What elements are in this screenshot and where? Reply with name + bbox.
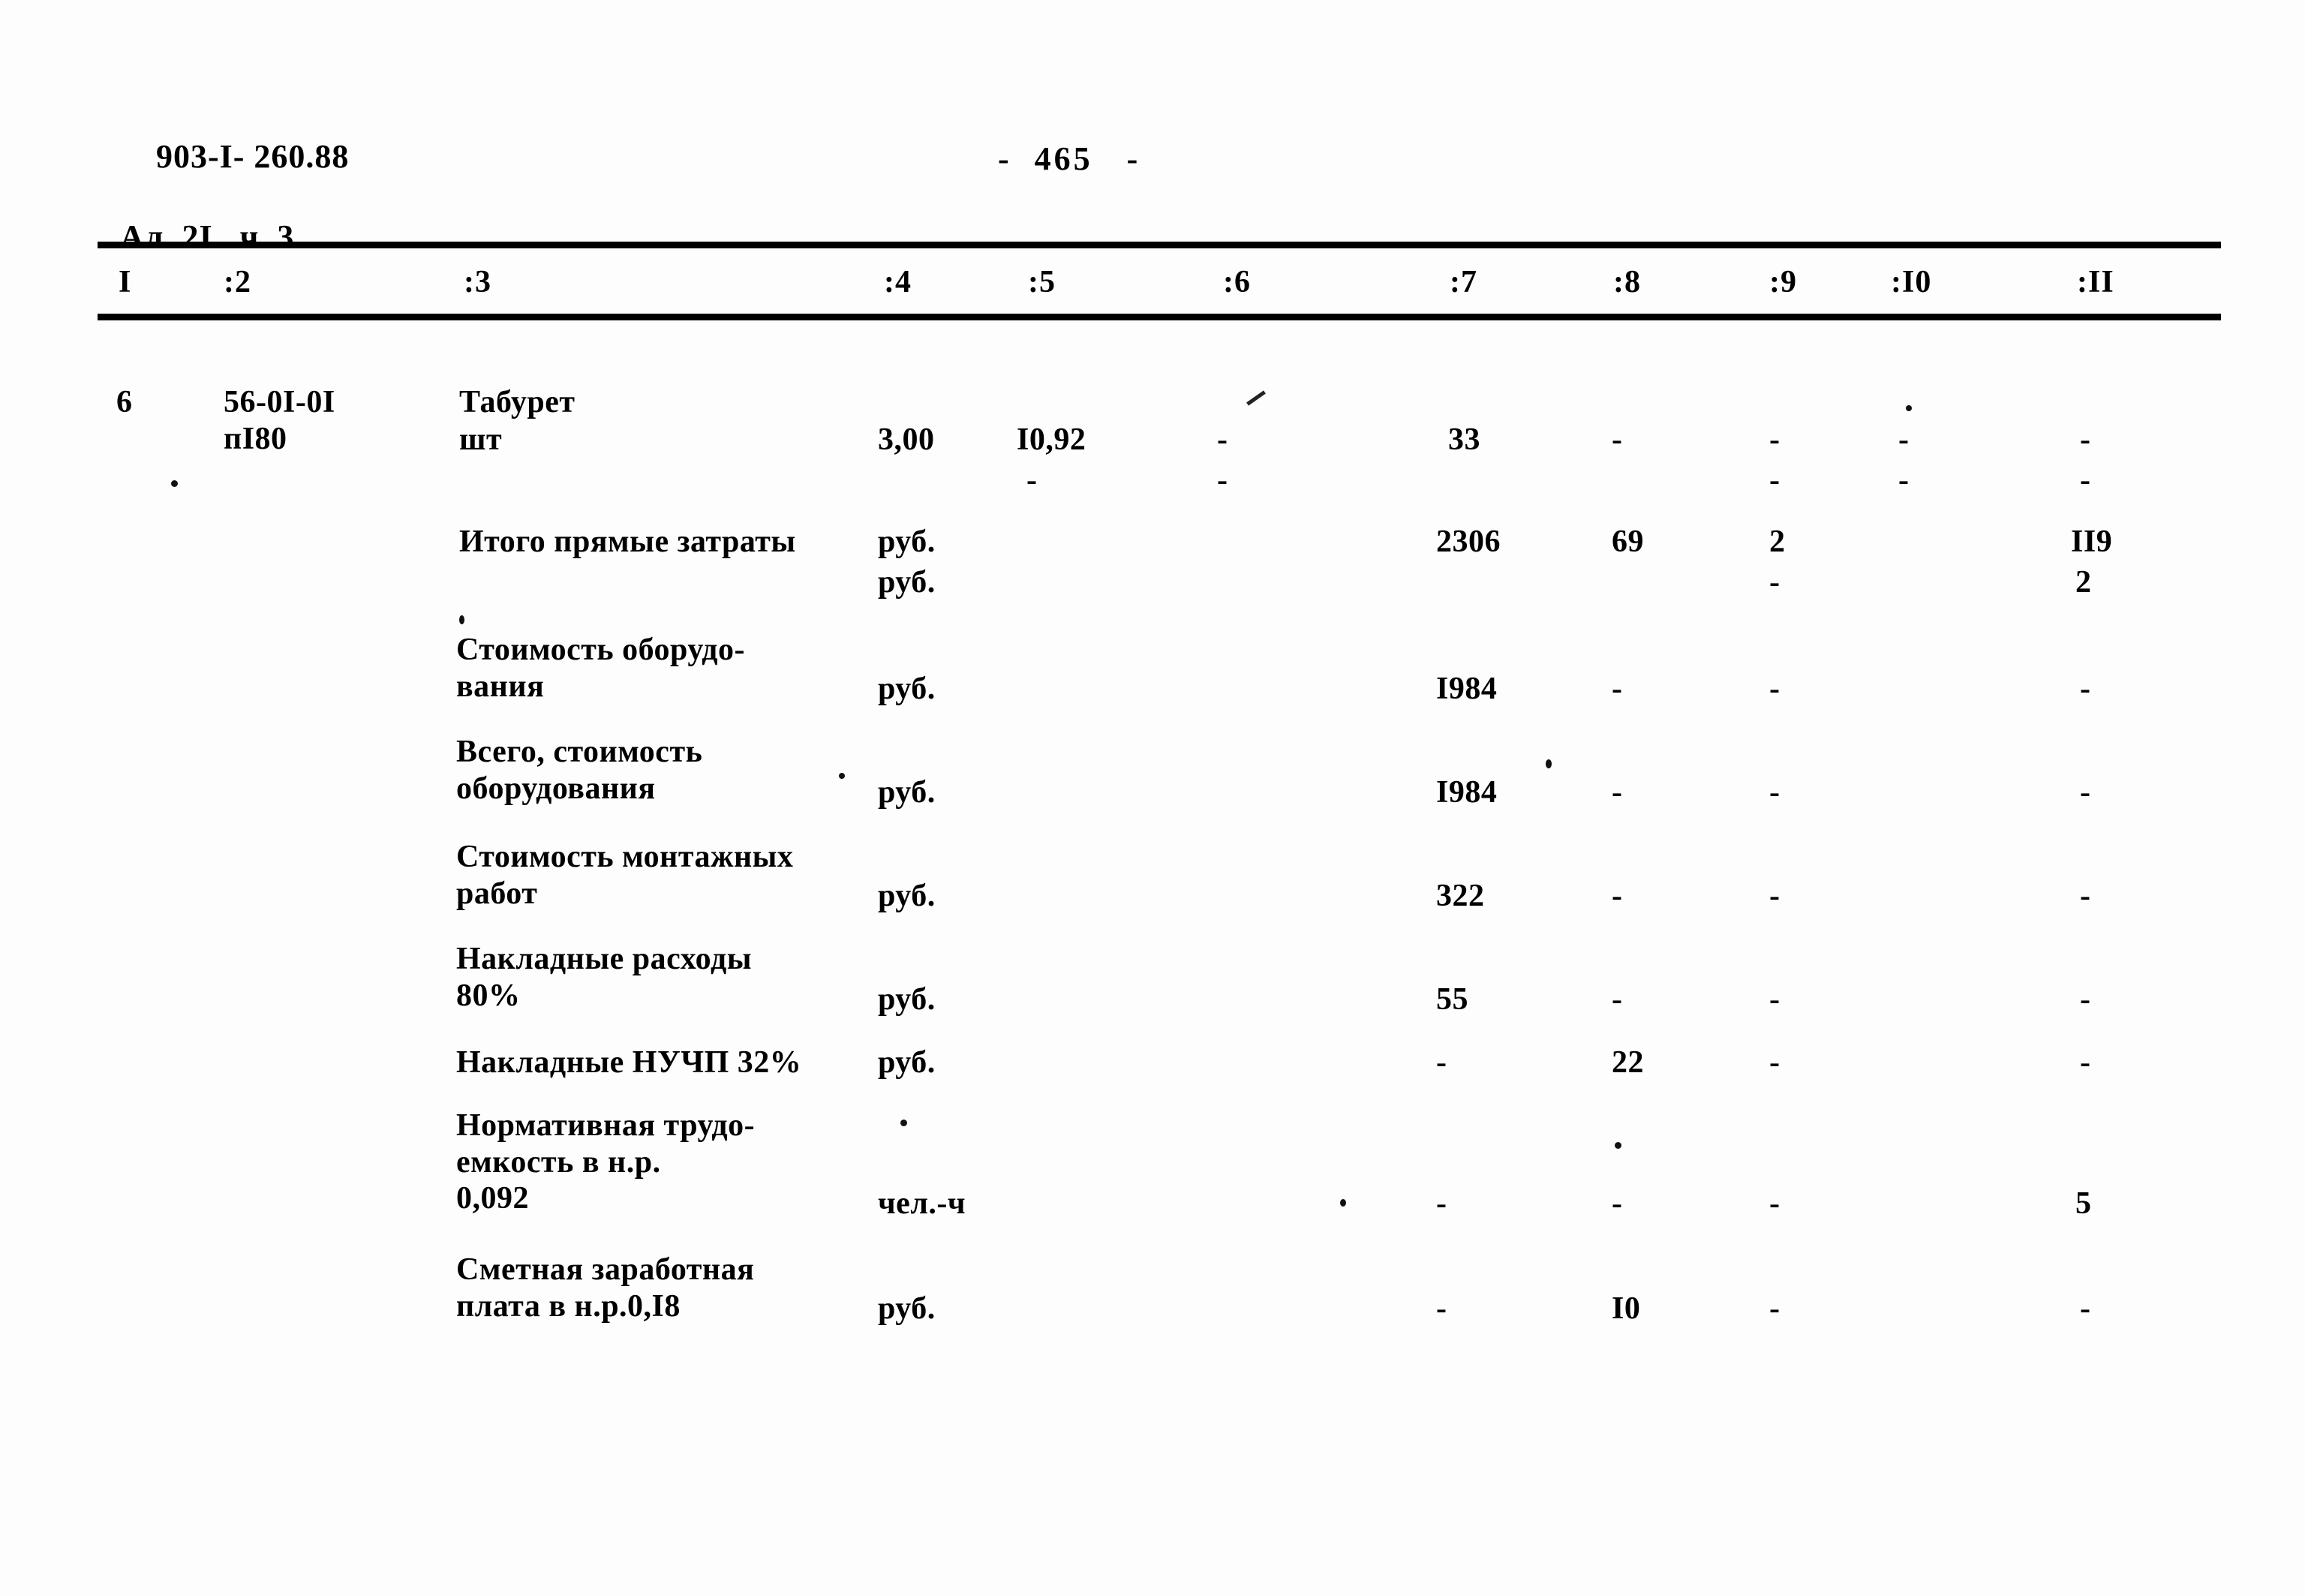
row-nakladnye80-unit: руб. xyxy=(878,982,936,1017)
row-zarplata-label: Сметная заработная плата в н.р.0,I8 xyxy=(456,1252,755,1324)
row-vsego-col8: - xyxy=(1612,775,1623,810)
row-taburet-col3-unit: шт xyxy=(459,422,503,457)
row-taburet-col5: I0,92 xyxy=(1017,422,1086,457)
row-taburet-col10-b: - xyxy=(1898,463,1910,497)
row-montazh-col7: 322 xyxy=(1436,879,1485,913)
document-code-line1: 903-I- 260.88 xyxy=(156,137,350,175)
row-zarplata-col11: - xyxy=(2080,1291,2091,1326)
row-vsego-unit: руб. xyxy=(878,775,936,810)
column-header-3: :3 xyxy=(464,265,491,299)
row-vsego-col9: - xyxy=(1769,775,1781,810)
row-nuchp-unit: руб. xyxy=(878,1045,936,1080)
column-header-4: :4 xyxy=(884,265,912,299)
row-montazh-col11: - xyxy=(2080,879,2091,913)
row-itogo-col9-b: - xyxy=(1769,565,1781,600)
row-trudoemkost-unit: чел.-ч xyxy=(878,1186,966,1221)
scan-speck xyxy=(171,480,178,487)
row-stoimost-oborud-unit: руб. xyxy=(878,672,936,706)
row-nuchp-col7: - xyxy=(1436,1045,1447,1080)
scan-speck xyxy=(1546,759,1552,768)
scan-speck xyxy=(1906,405,1912,411)
row-stoimost-oborud-col9: - xyxy=(1769,672,1781,706)
row-montazh-unit: руб. xyxy=(878,879,936,913)
column-header-1: I xyxy=(119,265,132,299)
row-nuchp-col8: 22 xyxy=(1612,1045,1644,1080)
row-zarplata-col7: - xyxy=(1436,1291,1447,1326)
column-header-7: :7 xyxy=(1450,265,1477,299)
scan-speck xyxy=(900,1120,907,1126)
row-nakladnye80-col9: - xyxy=(1769,982,1781,1017)
row-vsego-col7: I984 xyxy=(1436,775,1498,810)
row-taburet-col10: - xyxy=(1898,422,1910,457)
table-header-rule xyxy=(98,314,2221,320)
row-taburet-col7: 33 xyxy=(1448,422,1480,457)
scan-speck xyxy=(1615,1142,1621,1149)
row-itogo-unit-b: руб. xyxy=(878,565,936,600)
row-vsego-label: Всего, стоимость оборудования xyxy=(456,735,703,806)
row-taburet-col5-b: - xyxy=(1026,463,1038,497)
row-zarplata-col9: - xyxy=(1769,1291,1781,1326)
scan-speck xyxy=(459,615,464,624)
document-code-line2: Ал. 2I ч. 3 xyxy=(120,218,295,256)
row-taburet-col6-b: - xyxy=(1217,463,1228,497)
row-nuchp-label: Накладные НУЧП 32% xyxy=(456,1045,802,1080)
row-trudoemkost-col11: 5 xyxy=(2075,1186,2092,1221)
document-code: 903-I- 260.88 Ал. 2I ч. 3 xyxy=(120,96,349,338)
row-vsego-col11: - xyxy=(2080,775,2091,810)
row-itogo-col11-b: 2 xyxy=(2075,565,2092,600)
column-header-9: :9 xyxy=(1769,265,1797,299)
row-taburet-col3: Табурет xyxy=(459,385,575,419)
row-zarplata-col8: I0 xyxy=(1612,1291,1641,1326)
column-header-11: :II xyxy=(2077,265,2114,299)
row-itogo-label: Итого прямые затраты xyxy=(459,524,796,559)
column-header-8: :8 xyxy=(1613,265,1641,299)
row-taburet-col11: - xyxy=(2080,422,2091,457)
row-taburet-col9: - xyxy=(1769,422,1781,457)
row-taburet-col2: 56-0I-0I пI80 xyxy=(224,385,335,456)
row-itogo-col7: 2306 xyxy=(1436,524,1501,559)
scan-tick xyxy=(1246,390,1266,406)
scanned-page: 903-I- 260.88 Ал. 2I ч. 3 - 465 - I :2 :… xyxy=(0,0,2305,1596)
row-nakladnye80-col11: - xyxy=(2080,982,2091,1017)
row-taburet-col4: 3,00 xyxy=(878,422,935,457)
row-taburet-col9-b: - xyxy=(1769,463,1781,497)
row-stoimost-oborud-col7: I984 xyxy=(1436,672,1498,706)
column-header-6: :6 xyxy=(1223,265,1251,299)
row-taburet-col11-b: - xyxy=(2080,463,2091,497)
row-zarplata-unit: руб. xyxy=(878,1291,936,1326)
scan-speck xyxy=(839,773,845,779)
row-nuchp-col9: - xyxy=(1769,1045,1781,1080)
row-taburet-col1: 6 xyxy=(116,385,133,419)
row-stoimost-oborud-label: Стоимость оборудо- вания xyxy=(456,633,745,704)
row-nakladnye80-label: Накладные расходы 80% xyxy=(456,942,752,1013)
scan-speck xyxy=(1340,1199,1346,1207)
row-stoimost-oborud-col11: - xyxy=(2080,672,2091,706)
row-taburet-col8: - xyxy=(1612,422,1623,457)
row-itogo-col8: 69 xyxy=(1612,524,1644,559)
row-montazh-col9: - xyxy=(1769,879,1781,913)
column-header-10: :I0 xyxy=(1891,265,1932,299)
row-nuchp-col11: - xyxy=(2080,1045,2091,1080)
row-montazh-col8: - xyxy=(1612,879,1623,913)
row-nakladnye80-col8: - xyxy=(1612,982,1623,1017)
row-trudoemkost-col9: - xyxy=(1769,1186,1781,1221)
row-trudoemkost-label: Нормативная трудо- емкость в н.р. 0,092 xyxy=(456,1108,756,1216)
row-itogo-col11: II9 xyxy=(2071,524,2113,559)
row-taburet-col6: - xyxy=(1217,422,1228,457)
page-number: - 465 - xyxy=(998,140,1141,177)
column-header-2: :2 xyxy=(224,265,251,299)
table-top-rule xyxy=(98,242,2221,248)
row-nakladnye80-col7: 55 xyxy=(1436,982,1468,1017)
row-itogo-unit: руб. xyxy=(878,524,936,559)
row-trudoemkost-col8: - xyxy=(1612,1186,1623,1221)
column-header-5: :5 xyxy=(1028,265,1056,299)
row-itogo-col9: 2 xyxy=(1769,524,1786,559)
row-montazh-label: Стоимость монтажных работ xyxy=(456,840,794,911)
row-trudoemkost-col7: - xyxy=(1436,1186,1447,1221)
row-stoimost-oborud-col8: - xyxy=(1612,672,1623,706)
